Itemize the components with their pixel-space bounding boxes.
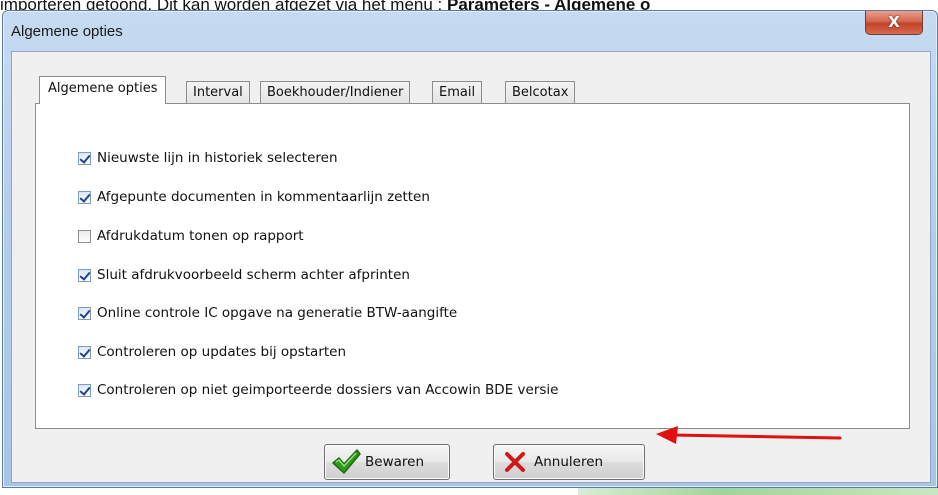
checkbox[interactable] [78, 268, 91, 282]
tab-label: Email [439, 85, 476, 100]
checkbox[interactable] [78, 383, 91, 397]
tab-belcotax[interactable]: Belcotax [505, 81, 576, 103]
option-label: Afdrukdatum tonen op rapport [97, 228, 304, 244]
option-label: Afgepunte documenten in kommentaarlijn z… [97, 189, 430, 205]
tab-label: Boekhouder/Indiener [267, 85, 404, 100]
option-controleren-updates[interactable]: Controleren op updates bij opstarten [78, 343, 346, 361]
option-afgepunte-documenten[interactable]: Afgepunte documenten in kommentaarlijn z… [78, 188, 430, 206]
tab-interval[interactable]: Interval [186, 81, 250, 103]
tab-label: Interval [193, 85, 243, 100]
save-button[interactable]: Bewaren [324, 444, 450, 480]
close-icon: X [888, 13, 900, 31]
tab-label: Algemene opties [48, 81, 158, 96]
window-title: Algemene opties [11, 23, 123, 40]
option-online-controle[interactable]: Online controle IC opgave na generatie B… [78, 304, 457, 322]
option-nieuwste-lijn[interactable]: Nieuwste lijn in historiek selecteren [78, 149, 338, 167]
option-label: Online controle IC opgave na generatie B… [97, 305, 458, 321]
checkbox[interactable] [78, 229, 91, 243]
option-afdrukdatum[interactable]: Afdrukdatum tonen op rapport [78, 227, 304, 245]
checkbox[interactable] [78, 151, 91, 165]
option-label: Controleren op updates bij opstarten [97, 344, 347, 360]
save-label: Bewaren [365, 454, 424, 470]
checkbox[interactable] [78, 190, 91, 204]
checkbox[interactable] [78, 306, 91, 320]
tab-algemene-opties[interactable]: Algemene opties [39, 76, 167, 104]
cancel-button[interactable]: Annuleren [493, 444, 645, 480]
options-panel: Nieuwste lijn in historiek selecteren Af… [35, 103, 910, 444]
option-controleren-dossiers[interactable]: Controleren op niet geimporteerde dossie… [78, 381, 558, 399]
checkbox[interactable] [78, 345, 91, 359]
tab-label: Belcotax [512, 85, 569, 100]
tab-email[interactable]: Email [432, 81, 483, 103]
tab-boekhouder-indiener[interactable]: Boekhouder/Indiener [260, 81, 411, 103]
dialog-window: Algemene opties X Algemene opties Interv… [2, 10, 938, 488]
close-button[interactable]: X [865, 11, 923, 35]
option-label: Nieuwste lijn in historiek selecteren [97, 150, 338, 166]
cancel-label: Annuleren [534, 454, 604, 470]
dialog-client-area: Algemene opties Interval Boekhouder/Indi… [11, 51, 931, 483]
checkmark-icon [331, 447, 361, 477]
option-label: Sluit afdrukvoorbeeld scherm achter afpr… [97, 267, 410, 283]
option-label: Controleren op niet geimporteerde dossie… [97, 382, 559, 398]
option-sluit-afdrukvoorbeeld[interactable]: Sluit afdrukvoorbeeld scherm achter afpr… [78, 266, 410, 284]
red-arrow-icon [656, 426, 842, 444]
cross-icon [500, 447, 530, 477]
